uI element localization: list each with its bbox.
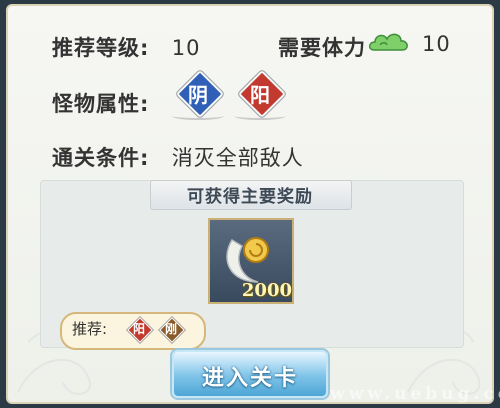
attribute-yang-base (234, 112, 286, 120)
enter-stage-label: 进入关卡 (201, 366, 298, 391)
clear-condition-label: 通关条件: (52, 146, 150, 170)
recommended-level-label: 推荐等级: (52, 36, 150, 60)
attribute-yin-badge: 阴 (172, 69, 225, 120)
recommend-label: 推荐: (72, 320, 108, 338)
cloud-stamina-icon (368, 33, 408, 51)
monster-attribute-label: 怪物属性: (52, 92, 150, 116)
attribute-yang-text: 阳 (250, 83, 270, 107)
watermark: www.uebug.co (330, 384, 500, 404)
stamina-value-wrap: 10 (422, 32, 451, 56)
recommend-tag-gang: 刚 (159, 317, 185, 343)
reward-item-count: 2000 (241, 280, 292, 301)
attribute-yin-text: 阴 (188, 83, 208, 107)
clear-condition-value: 消灭全部敌人 (171, 146, 304, 170)
clear-condition: 通关条件: 消灭全部敌人 (52, 142, 304, 172)
required-stamina: 需要体力 (278, 32, 366, 62)
recommended-level-value: 10 (171, 36, 201, 60)
attribute-yang-badge: 阳 (234, 69, 287, 120)
stamina-value: 10 (422, 32, 451, 56)
attribute-yin-base (172, 112, 224, 120)
recommend-tag-yang-text: 阳 (132, 322, 145, 336)
recommended-level: 推荐等级: 10 (52, 32, 200, 62)
recommend-tag-yang: 阳 (127, 317, 153, 343)
stamina-label: 需要体力 (278, 36, 366, 60)
recommend-tag-gang-text: 刚 (164, 322, 177, 336)
reward-title: 可获得主要奖励 (187, 187, 313, 207)
